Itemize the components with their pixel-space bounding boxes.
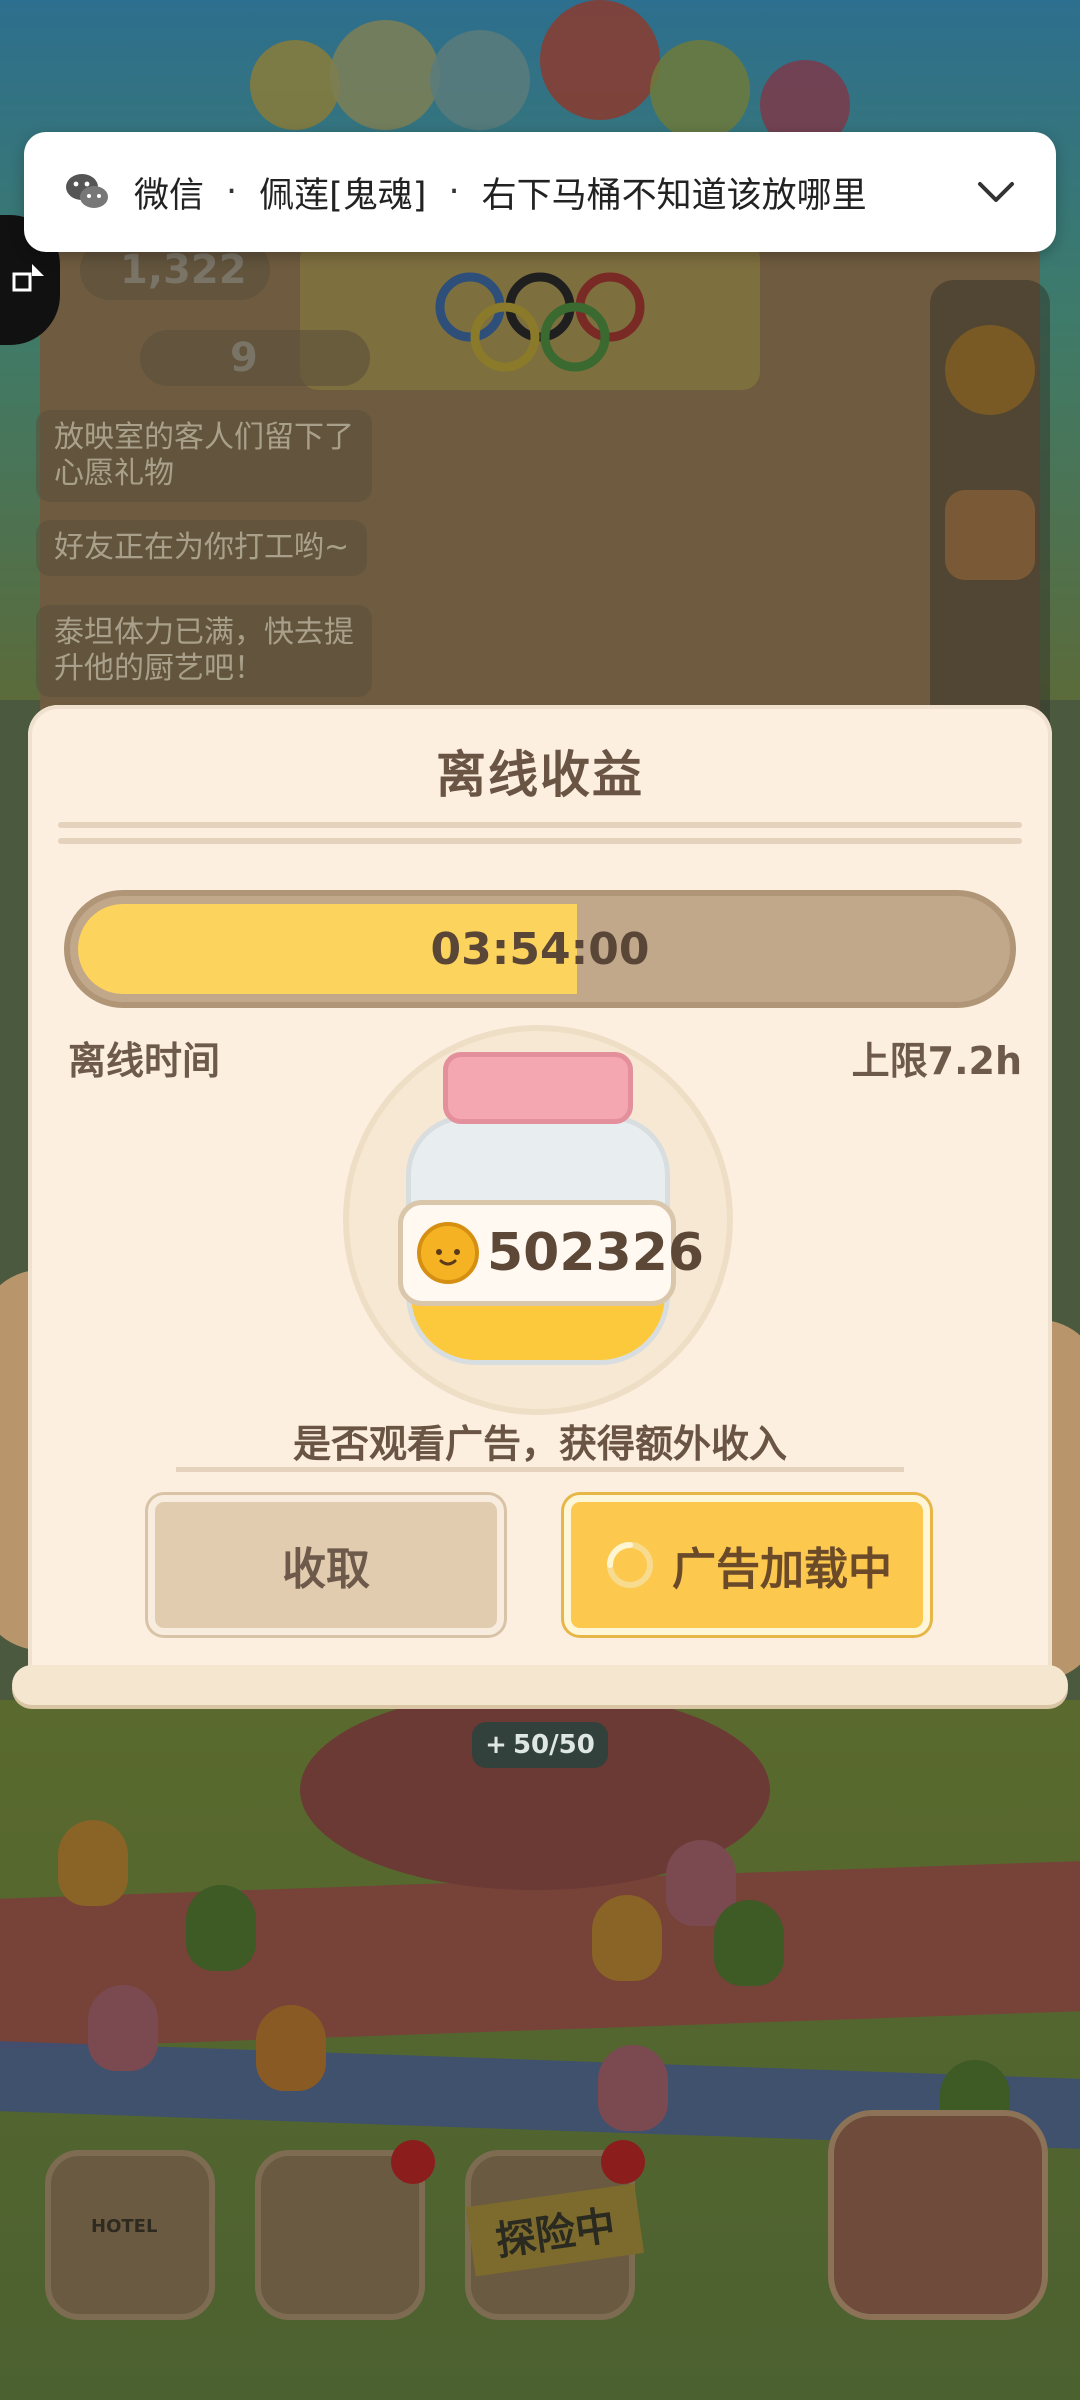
notification-dot	[601, 2140, 645, 2184]
notification-separator: ·	[448, 172, 460, 212]
offline-earnings-dialog: 离线收益 03:54:00 离线时间 上限7.2h 502326 是否观看广告，…	[12, 705, 1068, 1705]
notification-separator: ·	[226, 172, 238, 212]
limit-label: 上限7.2h	[851, 1039, 1022, 1083]
divider	[58, 838, 1022, 844]
chat-message: 泰坦体力已满，快去提 升他的厨艺吧！	[36, 605, 372, 697]
fan-counter: 9	[140, 330, 370, 386]
olympic-rings-icon	[435, 272, 645, 372]
notification-message: 右下马桶不知道该放哪里	[481, 175, 867, 216]
energy-icon: +	[485, 1730, 507, 1760]
energy-badge: + 50/50	[472, 1722, 608, 1768]
cookie-character	[58, 1820, 128, 1906]
balloon	[250, 40, 340, 130]
divider	[58, 822, 1022, 828]
settings-button[interactable]	[945, 325, 1035, 415]
balloon	[650, 40, 750, 140]
balloon	[540, 0, 660, 120]
cookie-coin-icon	[417, 1222, 479, 1284]
cookie-character	[88, 1985, 158, 2071]
hotel-button[interactable]: HOTEL	[45, 2150, 215, 2320]
chat-message: 放映室的客人们留下了 心愿礼物	[36, 410, 372, 502]
offline-time-value: 03:54:00	[430, 923, 650, 975]
ad-prompt: 是否观看广告，获得额外收入	[292, 1422, 787, 1466]
puzzle-icon	[12, 264, 44, 292]
loading-spinner-icon	[607, 1542, 653, 1588]
cookie-character	[714, 1900, 784, 1986]
hotel-label: HOTEL	[91, 2216, 158, 2237]
wechat-icon	[66, 174, 108, 208]
chat-message: 好友正在为你打工哟~	[36, 520, 368, 576]
energy-value: 50/50	[512, 1730, 595, 1760]
notification-sender: 佩莲[鬼魂]	[259, 175, 427, 216]
cookie-character	[186, 1885, 256, 1971]
notification-app: 微信	[134, 175, 205, 216]
scroll-roll	[12, 1665, 1068, 1705]
earnings-amount: 502326	[487, 1223, 705, 1283]
cookie-character	[256, 2005, 326, 2091]
divider	[176, 1467, 904, 1472]
collect-button[interactable]: 收取	[148, 1495, 504, 1635]
collect-button-label: 收取	[282, 1544, 370, 1595]
theater-button[interactable]	[828, 2110, 1048, 2320]
earnings-tag: 502326	[398, 1200, 704, 1306]
offline-time-label: 离线时间	[68, 1039, 221, 1083]
photo-button[interactable]	[945, 490, 1035, 580]
dialog-title: 离线收益	[436, 746, 644, 804]
watch-ad-button-label: 广告加载中	[672, 1544, 892, 1595]
cookie-character	[598, 2045, 668, 2131]
watch-ad-button[interactable]: 广告加载中	[564, 1495, 930, 1635]
balloon	[330, 20, 440, 130]
jar-lid	[443, 1052, 633, 1124]
balloon	[430, 30, 530, 130]
notification-dot	[391, 2140, 435, 2184]
cookie-character	[592, 1895, 662, 1981]
chevron-down-icon[interactable]	[976, 172, 1016, 212]
offline-time-progress: 03:54:00	[64, 890, 1016, 1008]
wechat-notification[interactable]: 微信 · 佩莲[鬼魂] · 右下马桶不知道该放哪里	[24, 132, 1056, 252]
